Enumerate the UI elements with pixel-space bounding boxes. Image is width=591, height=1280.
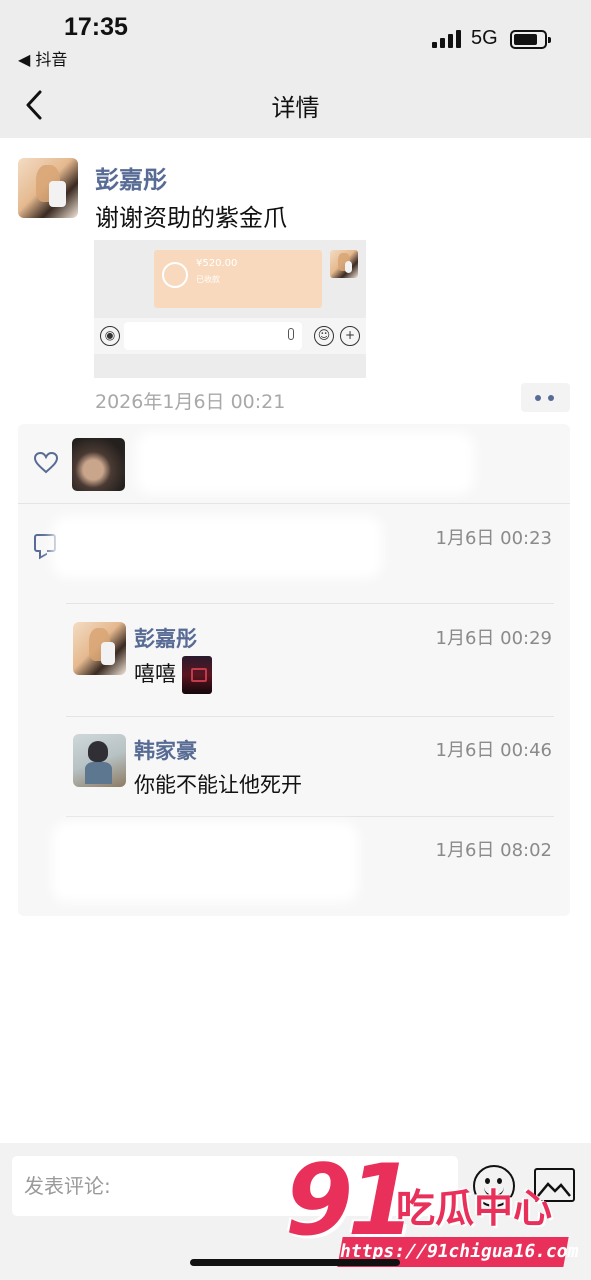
comment-time: 1月6日 08:02 [435,840,553,861]
mic-icon [288,328,294,340]
back-to-app-link[interactable]: ◀ 抖音 [18,46,67,70]
divider [66,816,554,817]
sticker-image[interactable] [182,656,212,694]
watermark-logo: 91 [285,1144,415,1258]
more-button[interactable] [521,383,570,412]
network-label: 5G [471,27,498,49]
comment-text: 你能不能让他死开 [134,773,302,797]
avatar[interactable] [18,158,78,218]
battery-icon [510,30,551,49]
avatar[interactable] [73,622,126,675]
transfer-card: ¥520.00 已收款 [154,250,322,308]
signal-icon [432,30,464,48]
check-icon [162,262,188,288]
post-date: 2026年1月6日 00:21 [95,391,286,413]
avatar[interactable] [72,438,125,491]
obscured-region [52,822,358,902]
comment-text: 嘻嘻 [134,656,212,694]
post-image[interactable]: ¥520.00 已收款 ◉ ☺ + [94,240,366,378]
comment-time: 1月6日 00:46 [435,740,553,761]
transfer-status: 已收款 [196,275,220,284]
comments-panel: 1月6日 00:23 彭嘉彤 1月6日 00:29 嘻嘻 韩家豪 1月6日 00… [18,424,570,916]
comment-author[interactable]: 彭嘉彤 [134,623,197,653]
voice-icon: ◉ [100,326,120,346]
likes-row [18,424,570,504]
post-author[interactable]: 彭嘉彤 [95,160,167,195]
status-time: 17:35 [64,13,128,41]
divider [66,716,554,717]
watermark-text: 吃瓜中心 [396,1187,553,1232]
obscured-region [136,432,474,494]
avatar [330,250,358,278]
header: 17:35 ◀ 抖音 5G 详情 [0,0,591,138]
comment-author[interactable]: 韩家豪 [134,735,197,765]
transfer-amount: ¥520.00 [196,258,238,269]
home-indicator [190,1259,400,1266]
obscured-region [52,516,382,578]
comment-time: 1月6日 00:23 [435,528,553,549]
smiley-icon: ☺ [314,326,334,346]
comment-time: 1月6日 00:29 [435,628,553,649]
post-text: 谢谢资助的紫金爪 [95,204,287,232]
heart-icon [33,451,59,474]
avatar[interactable] [73,734,126,787]
divider [66,603,554,604]
plus-icon: + [340,326,360,346]
page-title: 详情 [271,94,320,122]
chat-input-field [124,322,302,350]
